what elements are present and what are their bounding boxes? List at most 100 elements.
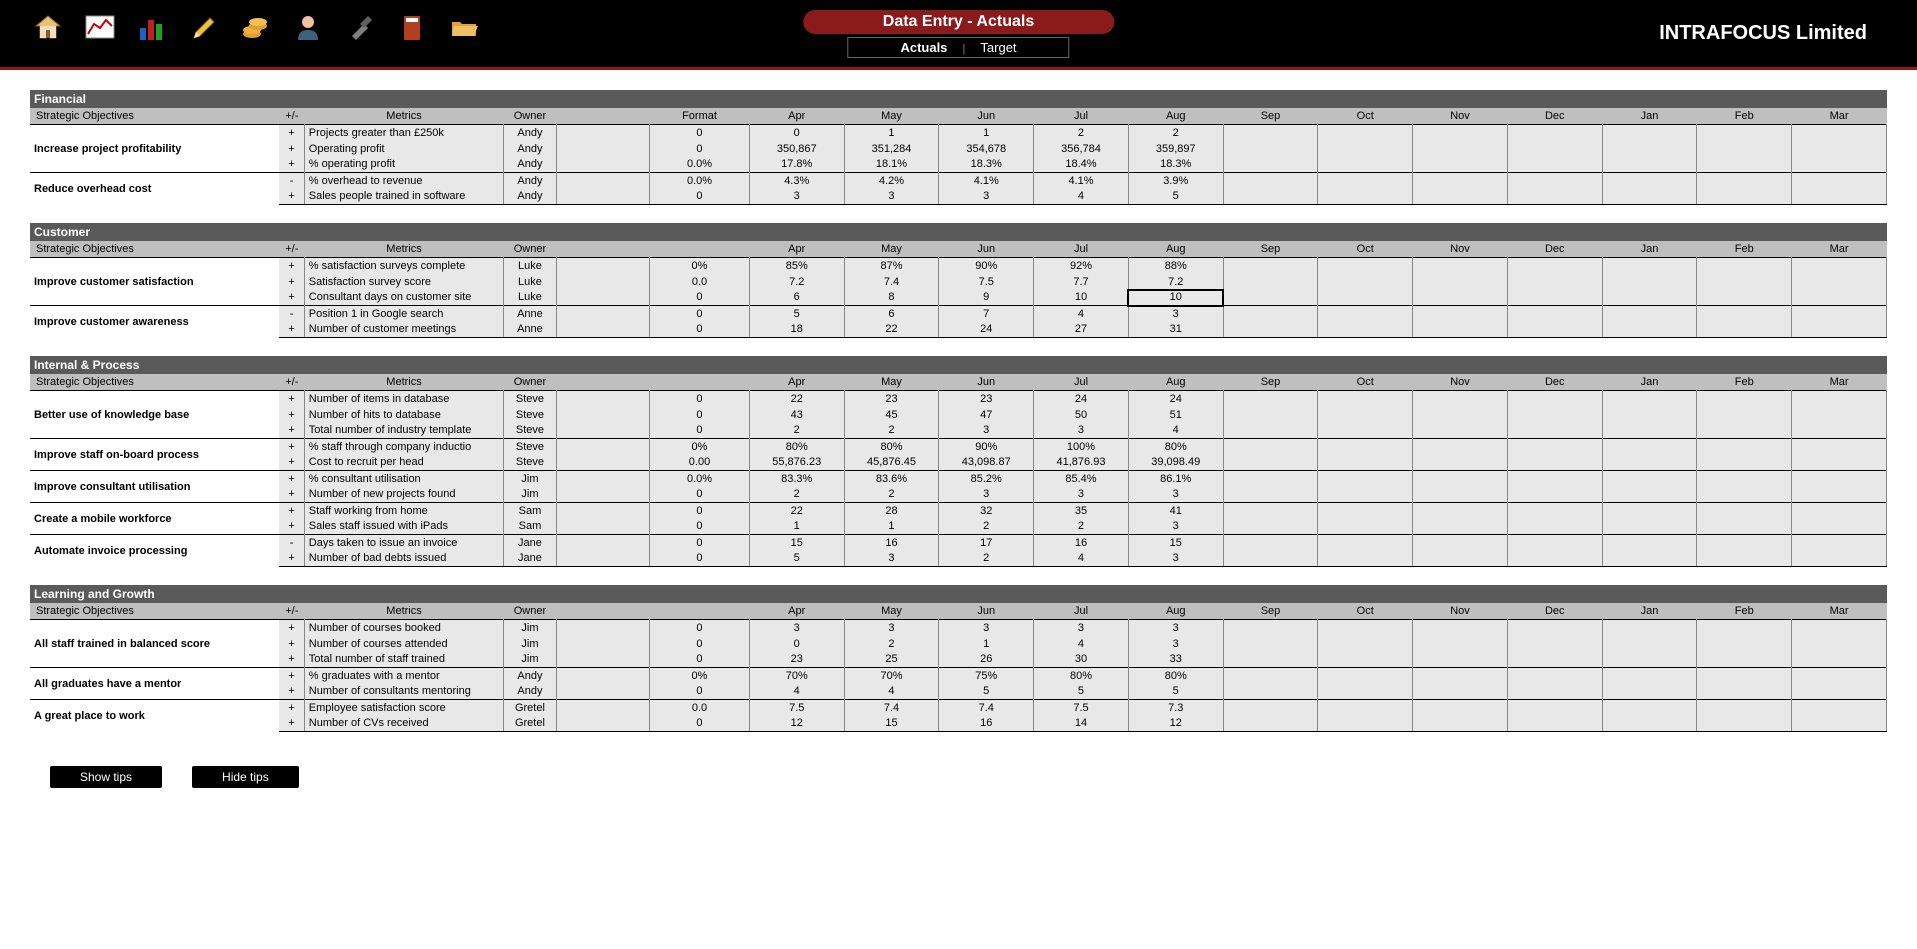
value-cell[interactable]: 3 — [749, 189, 844, 205]
value-cell[interactable]: 3 — [844, 551, 939, 567]
value-cell[interactable] — [1223, 274, 1318, 290]
value-cell[interactable] — [1792, 322, 1887, 338]
value-cell[interactable]: 28 — [844, 503, 939, 519]
value-cell[interactable] — [1223, 125, 1318, 141]
value-cell[interactable]: 3 — [1128, 519, 1223, 535]
value-cell[interactable] — [1792, 258, 1887, 274]
value-cell[interactable] — [1792, 189, 1887, 205]
value-cell[interactable] — [1602, 141, 1697, 157]
value-cell[interactable] — [1697, 503, 1792, 519]
value-cell[interactable] — [1602, 258, 1697, 274]
value-cell[interactable]: 2 — [844, 487, 939, 503]
value-cell[interactable]: 7 — [939, 306, 1034, 322]
value-cell[interactable] — [1697, 471, 1792, 487]
value-cell[interactable]: 0 — [749, 636, 844, 652]
value-cell[interactable] — [1697, 487, 1792, 503]
value-cell[interactable]: 24 — [1034, 391, 1129, 407]
value-cell[interactable] — [1223, 471, 1318, 487]
value-cell[interactable] — [1507, 322, 1602, 338]
value-cell[interactable] — [1413, 652, 1508, 668]
value-cell[interactable] — [1507, 455, 1602, 471]
value-cell[interactable]: 90% — [939, 439, 1034, 455]
value-cell[interactable]: 3 — [939, 620, 1034, 636]
value-cell[interactable]: 15 — [844, 716, 939, 732]
value-cell[interactable]: 3.9% — [1128, 173, 1223, 189]
value-cell[interactable] — [1602, 173, 1697, 189]
value-cell[interactable]: 22 — [749, 391, 844, 407]
value-cell[interactable]: 18.4% — [1034, 157, 1129, 173]
value-cell[interactable]: 41,876.93 — [1034, 455, 1129, 471]
value-cell[interactable] — [1223, 322, 1318, 338]
value-cell[interactable] — [1413, 700, 1508, 716]
value-cell[interactable] — [1223, 716, 1318, 732]
value-cell[interactable] — [1413, 141, 1508, 157]
value-cell[interactable] — [1697, 173, 1792, 189]
value-cell[interactable] — [1507, 487, 1602, 503]
format-cell[interactable]: 0.0% — [650, 173, 750, 189]
value-cell[interactable]: 51 — [1128, 407, 1223, 423]
chart-line-icon[interactable] — [82, 10, 118, 46]
value-cell[interactable] — [1697, 322, 1792, 338]
value-cell[interactable]: 23 — [844, 391, 939, 407]
value-cell[interactable] — [1318, 157, 1413, 173]
value-cell[interactable] — [1413, 535, 1508, 551]
value-cell[interactable]: 7.3 — [1128, 700, 1223, 716]
value-cell[interactable] — [1602, 503, 1697, 519]
value-cell[interactable] — [1792, 274, 1887, 290]
value-cell[interactable] — [1223, 535, 1318, 551]
book-icon[interactable] — [394, 10, 430, 46]
value-cell[interactable] — [1507, 439, 1602, 455]
value-cell[interactable] — [1413, 125, 1508, 141]
value-cell[interactable] — [1697, 716, 1792, 732]
value-cell[interactable]: 80% — [1128, 668, 1223, 684]
value-cell[interactable] — [1507, 274, 1602, 290]
value-cell[interactable] — [1602, 189, 1697, 205]
format-cell[interactable]: 0 — [650, 652, 750, 668]
value-cell[interactable]: 7.7 — [1034, 274, 1129, 290]
value-cell[interactable]: 5 — [1128, 684, 1223, 700]
user-icon[interactable] — [290, 10, 326, 46]
value-cell[interactable]: 3 — [1128, 620, 1223, 636]
value-cell[interactable] — [1792, 684, 1887, 700]
value-cell[interactable]: 27 — [1034, 322, 1129, 338]
value-cell[interactable] — [1413, 487, 1508, 503]
value-cell[interactable] — [1697, 519, 1792, 535]
value-cell[interactable] — [1318, 471, 1413, 487]
value-cell[interactable]: 4 — [1034, 551, 1129, 567]
value-cell[interactable] — [1792, 503, 1887, 519]
value-cell[interactable] — [1602, 668, 1697, 684]
value-cell[interactable]: 25 — [844, 652, 939, 668]
value-cell[interactable]: 10 — [1034, 290, 1129, 306]
value-cell[interactable] — [1223, 290, 1318, 306]
value-cell[interactable]: 7.4 — [939, 700, 1034, 716]
value-cell[interactable]: 2 — [939, 519, 1034, 535]
value-cell[interactable]: 15 — [1128, 535, 1223, 551]
value-cell[interactable]: 3 — [1128, 636, 1223, 652]
value-cell[interactable]: 5 — [1128, 189, 1223, 205]
value-cell[interactable] — [1413, 551, 1508, 567]
value-cell[interactable] — [1507, 258, 1602, 274]
value-cell[interactable]: 17.8% — [749, 157, 844, 173]
value-cell[interactable]: 45,876.45 — [844, 455, 939, 471]
value-cell[interactable] — [1318, 306, 1413, 322]
value-cell[interactable]: 356,784 — [1034, 141, 1129, 157]
value-cell[interactable]: 80% — [1128, 439, 1223, 455]
tab-target[interactable]: Target — [968, 40, 1028, 55]
value-cell[interactable] — [1602, 423, 1697, 439]
value-cell[interactable]: 85.2% — [939, 471, 1034, 487]
value-cell[interactable] — [1697, 455, 1792, 471]
value-cell[interactable] — [1602, 455, 1697, 471]
value-cell[interactable] — [1223, 503, 1318, 519]
value-cell[interactable] — [1792, 620, 1887, 636]
value-cell[interactable] — [1413, 290, 1508, 306]
value-cell[interactable] — [1413, 391, 1508, 407]
value-cell[interactable]: 50 — [1034, 407, 1129, 423]
value-cell[interactable] — [1792, 519, 1887, 535]
value-cell[interactable] — [1223, 551, 1318, 567]
value-cell[interactable]: 43 — [749, 407, 844, 423]
value-cell[interactable] — [1223, 391, 1318, 407]
value-cell[interactable] — [1792, 700, 1887, 716]
value-cell[interactable] — [1413, 189, 1508, 205]
value-cell[interactable]: 16 — [1034, 535, 1129, 551]
show-tips-button[interactable]: Show tips — [50, 766, 162, 788]
